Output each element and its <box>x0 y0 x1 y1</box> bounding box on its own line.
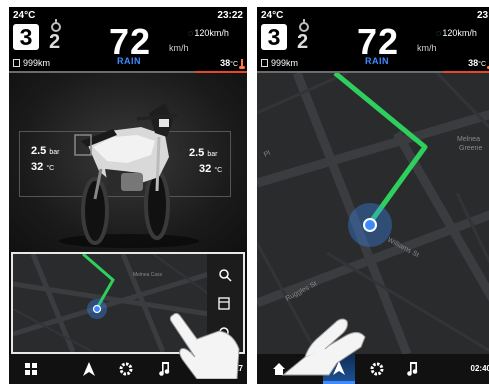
current-location-icon <box>92 304 102 314</box>
svg-text:Melnea Cass: Melnea Cass <box>133 272 163 278</box>
clock: 23:2 <box>476 10 489 21</box>
fuel-pump-icon <box>13 59 20 67</box>
speed-unit: km/h <box>169 43 189 53</box>
current-location-icon <box>363 218 377 232</box>
dock-clock: 02:40 <box>470 364 489 373</box>
riding-mode: RAIN <box>365 56 389 66</box>
grid-icon <box>25 363 37 375</box>
coolant-unit: °C <box>478 61 486 68</box>
search-icon[interactable] <box>219 269 232 282</box>
coolant-unit: °C <box>230 61 238 68</box>
fuel-range-unit: km <box>286 58 299 68</box>
thermometer-icon <box>239 59 245 69</box>
settings-button[interactable] <box>110 354 142 384</box>
rear-pressure-unit: bar <box>207 151 218 158</box>
navigation-button[interactable] <box>73 354 105 384</box>
hand-pointer-icon <box>281 318 366 376</box>
gear-indicator: 3 <box>261 24 287 50</box>
rear-tyre-temperature: 32 °C <box>199 163 222 175</box>
rear-temp-unit: °C <box>214 167 223 174</box>
music-note-icon <box>407 362 418 376</box>
gear-icon <box>119 362 133 376</box>
hand-pointer-icon <box>169 312 240 379</box>
street-label-pl: Pl <box>263 150 272 159</box>
outside-temperature: 24°C <box>261 10 284 21</box>
coolant-temperature: 38°C <box>468 58 489 69</box>
tyre-pressure-panel: 2.5 bar 32 °C 2.5 bar 32 °C <box>9 73 247 253</box>
riding-mode: RAIN <box>117 56 141 66</box>
outside-temperature: 24°C <box>13 10 36 21</box>
coolant-temperature: 38°C <box>220 58 245 69</box>
gear-icon <box>370 362 384 376</box>
fuel-range-unit: km <box>38 58 51 68</box>
speed-unit: km/h <box>417 43 437 53</box>
speed-limit: ◌120km/h <box>188 28 229 38</box>
speed-limit-value: 120km/h <box>194 28 229 38</box>
front-temp-value: 32 <box>31 161 44 173</box>
fuel-range-value: 999 <box>271 58 287 68</box>
status-header: 24°C 23:2 3 2 72 km/h RAIN ◌120km/h 999k… <box>257 7 489 71</box>
front-tyre-pressure: 2.5 bar <box>31 145 59 157</box>
rear-tyre-pressure: 2.5 bar <box>189 147 217 159</box>
recommended-gear: 2 <box>297 31 309 53</box>
navigation-arrow-icon <box>83 362 95 376</box>
music-button[interactable] <box>397 354 429 384</box>
clock: 23:22 <box>217 10 243 21</box>
gear-indicator: 3 <box>13 24 39 50</box>
front-temp-unit: °C <box>46 165 55 172</box>
calendar-icon[interactable] <box>218 297 230 310</box>
speed-limit-icon: ◌ <box>436 28 442 38</box>
status-header: 24°C 23:22 3 2 72 km/h RAIN ◌120km/h 999… <box>9 7 247 71</box>
dashboard-screen-right: 24°C 23:2 3 2 72 km/h RAIN ◌120km/h 999k… <box>257 7 489 384</box>
fuel-range: 999km <box>13 58 50 68</box>
rear-temp-value: 32 <box>199 163 212 175</box>
coolant-value: 38 <box>220 58 231 68</box>
dashboard-screen-left: 24°C 23:22 3 2 72 km/h RAIN ◌120km/h 999… <box>9 7 247 384</box>
front-tyre-temperature: 32 °C <box>31 161 54 173</box>
speed-limit-value: 120km/h <box>442 28 477 38</box>
place-label-2: Greene <box>459 145 482 152</box>
speed-limit: ◌120km/h <box>436 28 477 38</box>
rear-pressure-value: 2.5 <box>189 147 205 159</box>
speed-limit-icon: ◌ <box>188 28 194 38</box>
place-label-1: Melnea <box>457 136 480 143</box>
apps-button[interactable] <box>15 354 47 384</box>
front-pressure-value: 2.5 <box>31 145 47 157</box>
coolant-value: 38 <box>468 58 479 68</box>
recommended-gear: 2 <box>49 31 61 53</box>
front-pressure-unit: bar <box>49 149 60 156</box>
fuel-pump-icon <box>261 59 268 67</box>
fuel-range-value: 999 <box>23 58 39 68</box>
fuel-range: 999km <box>261 58 298 68</box>
